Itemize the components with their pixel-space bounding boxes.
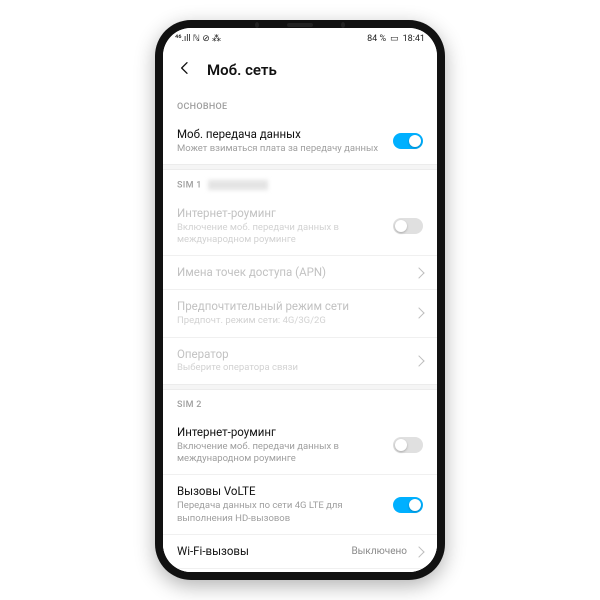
settings-list[interactable]: ОСНОВНОЕ Моб. передача данных Может взим… bbox=[163, 92, 437, 572]
section-sim1: SIM 1 bbox=[163, 170, 437, 196]
section-sim2: SIM 2 bbox=[163, 390, 437, 416]
row-sim1-operator: Оператор Выберите оператора связи bbox=[163, 337, 437, 384]
sim1-roaming-title: Интернет-роуминг bbox=[177, 206, 385, 221]
sim2-roaming-toggle[interactable] bbox=[393, 437, 423, 453]
row-sim1-mode: Предпочтительный режим сети Предпочт. ре… bbox=[163, 289, 437, 336]
battery-icon: ▭ bbox=[390, 34, 399, 44]
sim2-volte-sub: Передача данных по сети 4G LTE для выпол… bbox=[177, 500, 385, 525]
sim2-wifi-value: Выключено bbox=[351, 546, 407, 557]
sim2-volte-title: Вызовы VoLTE bbox=[177, 484, 385, 499]
status-left-icons: ⁴⁶.ıll ℕ ⊘ ⁂ bbox=[175, 34, 221, 44]
chevron-right-icon bbox=[413, 267, 424, 278]
row-mobile-data[interactable]: Моб. передача данных Может взиматься пла… bbox=[163, 118, 437, 164]
mobile-data-toggle[interactable] bbox=[393, 133, 423, 149]
mobile-data-sub: Может взиматься плата за передачу данных bbox=[177, 143, 385, 155]
sim2-roaming-title: Интернет-роуминг bbox=[177, 425, 385, 440]
sim2-roaming-sub: Включение моб. передачи данных в междуна… bbox=[177, 441, 385, 466]
section-main: ОСНОВНОЕ bbox=[163, 92, 437, 118]
sim1-operator-sub: Выберите оператора связи bbox=[177, 362, 407, 374]
sim1-name-redacted bbox=[208, 180, 268, 190]
sim1-mode-sub: Предпочт. режим сети: 4G/3G/2G bbox=[177, 315, 407, 327]
row-sim1-apn: Имена точек доступа (APN) bbox=[163, 255, 437, 289]
sim1-apn-title: Имена точек доступа (APN) bbox=[177, 265, 407, 280]
status-battery-pct: 84 % bbox=[367, 34, 386, 44]
chevron-right-icon bbox=[413, 355, 424, 366]
chevron-right-icon bbox=[413, 546, 424, 557]
sim1-roaming-toggle bbox=[393, 218, 423, 234]
sim1-operator-title: Оператор bbox=[177, 347, 407, 362]
chevron-right-icon bbox=[413, 308, 424, 319]
sim1-label: SIM 1 bbox=[177, 181, 202, 191]
row-sim2-apn[interactable]: Имена точек доступа (APN) bbox=[163, 568, 437, 572]
page-title: Моб. сеть bbox=[207, 61, 277, 79]
phone-frame: ⁴⁶.ıll ℕ ⊘ ⁂ 84 % ▭ 18:41 Моб. сеть ОСНО… bbox=[155, 20, 445, 580]
row-sim2-roaming[interactable]: Интернет-роуминг Включение моб. передачи… bbox=[163, 416, 437, 475]
sim1-mode-title: Предпочтительный режим сети bbox=[177, 299, 407, 314]
sim1-roaming-sub: Включение моб. передачи данных в междуна… bbox=[177, 222, 385, 247]
screen: ⁴⁶.ıll ℕ ⊘ ⁂ 84 % ▭ 18:41 Моб. сеть ОСНО… bbox=[163, 28, 437, 572]
sim2-wifi-title: Wi-Fi-вызовы bbox=[177, 544, 345, 559]
row-sim1-roaming: Интернет-роуминг Включение моб. передачи… bbox=[163, 197, 437, 256]
title-bar: Моб. сеть bbox=[163, 50, 437, 92]
row-sim2-volte[interactable]: Вызовы VoLTE Передача данных по сети 4G … bbox=[163, 474, 437, 534]
status-bar: ⁴⁶.ıll ℕ ⊘ ⁂ 84 % ▭ 18:41 bbox=[163, 28, 437, 50]
back-icon[interactable] bbox=[177, 60, 193, 80]
row-sim2-wifi-calling[interactable]: Wi-Fi-вызовы Выключено bbox=[163, 534, 437, 568]
status-time: 18:41 bbox=[403, 34, 425, 44]
sim2-volte-toggle[interactable] bbox=[393, 497, 423, 513]
mobile-data-title: Моб. передача данных bbox=[177, 127, 385, 142]
